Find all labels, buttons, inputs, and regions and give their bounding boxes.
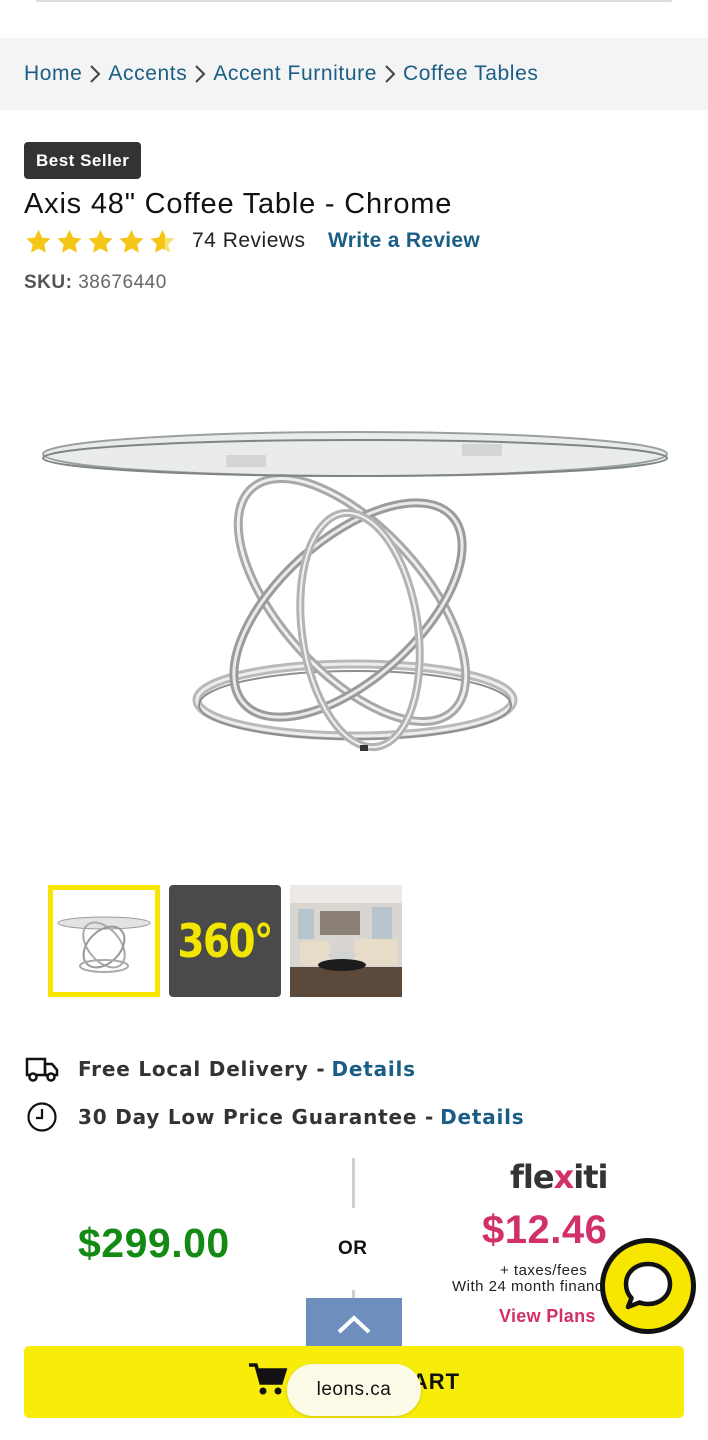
view-plans-link[interactable]: View Plans xyxy=(499,1306,596,1327)
clock-icon xyxy=(24,1101,60,1133)
chevron-right-icon xyxy=(88,64,102,84)
breadcrumb-home[interactable]: Home xyxy=(24,62,82,86)
star-icon xyxy=(119,229,144,253)
room-scene-image xyxy=(290,885,402,997)
star-icon xyxy=(57,229,82,253)
product-image[interactable] xyxy=(30,400,680,780)
best-seller-badge: Best Seller xyxy=(24,142,142,179)
url-pill[interactable]: leons.ca xyxy=(287,1364,421,1416)
delivery-details-link[interactable]: Details xyxy=(331,1057,415,1081)
breadcrumb-coffee-tables[interactable]: Coffee Tables xyxy=(403,62,538,86)
sku: SKU: 38676440 xyxy=(24,272,167,294)
breadcrumb-accents[interactable]: Accents xyxy=(108,62,187,86)
top-divider xyxy=(36,0,672,2)
write-review-link[interactable]: Write a Review xyxy=(328,229,480,253)
thumbnail-room-scene[interactable] xyxy=(290,885,402,997)
360-label: 360° xyxy=(177,914,274,968)
star-icon xyxy=(88,229,113,253)
half-star-icon xyxy=(150,229,175,253)
chevron-right-icon xyxy=(383,64,397,84)
star-icon xyxy=(26,229,51,253)
coffee-table-illustration xyxy=(42,431,668,752)
price-guarantee-feature: 30 Day Low Price Guarantee - Details xyxy=(24,1101,525,1133)
flexiti-logo-part: iti xyxy=(573,1158,608,1196)
monthly-price: $12.46 xyxy=(482,1208,608,1252)
flexiti-logo-x: x xyxy=(553,1158,575,1196)
review-count[interactable]: 74 Reviews xyxy=(192,229,306,253)
breadcrumb-accent-furniture[interactable]: Accent Furniture xyxy=(213,62,377,86)
sku-label: SKU: xyxy=(24,272,73,293)
scroll-to-top-button[interactable] xyxy=(306,1298,402,1350)
free-delivery-feature: Free Local Delivery - Details xyxy=(24,1053,416,1085)
guarantee-details-link[interactable]: Details xyxy=(440,1105,524,1129)
taxes-note: + taxes/fees xyxy=(500,1262,588,1279)
or-divider-top xyxy=(352,1158,355,1208)
delivery-text: Free Local Delivery - xyxy=(78,1057,326,1081)
cart-icon xyxy=(248,1362,288,1403)
or-label: OR xyxy=(338,1238,368,1259)
star-rating[interactable] xyxy=(24,228,177,256)
chat-button[interactable] xyxy=(600,1238,696,1334)
breadcrumb: Home Accents Accent Furniture Coffee Tab… xyxy=(0,38,708,110)
truck-icon xyxy=(24,1053,60,1085)
chevron-right-icon xyxy=(193,64,207,84)
financing-term: With 24 month financing xyxy=(452,1278,602,1295)
flexiti-logo-part: fle xyxy=(510,1158,555,1196)
thumbnail-360-view[interactable]: 360° xyxy=(169,885,281,997)
chevron-up-icon xyxy=(337,1315,371,1334)
thumbnail-table-image xyxy=(57,916,151,973)
guarantee-text: 30 Day Low Price Guarantee - xyxy=(78,1105,435,1129)
sku-value: 38676440 xyxy=(78,272,167,293)
flexiti-logo: flexiti xyxy=(510,1158,608,1196)
product-price: $299.00 xyxy=(78,1220,230,1266)
thumbnail-product-photo[interactable] xyxy=(48,885,160,997)
chat-bubble-icon xyxy=(623,1261,673,1310)
product-title: Axis 48" Coffee Table - Chrome xyxy=(24,188,453,220)
